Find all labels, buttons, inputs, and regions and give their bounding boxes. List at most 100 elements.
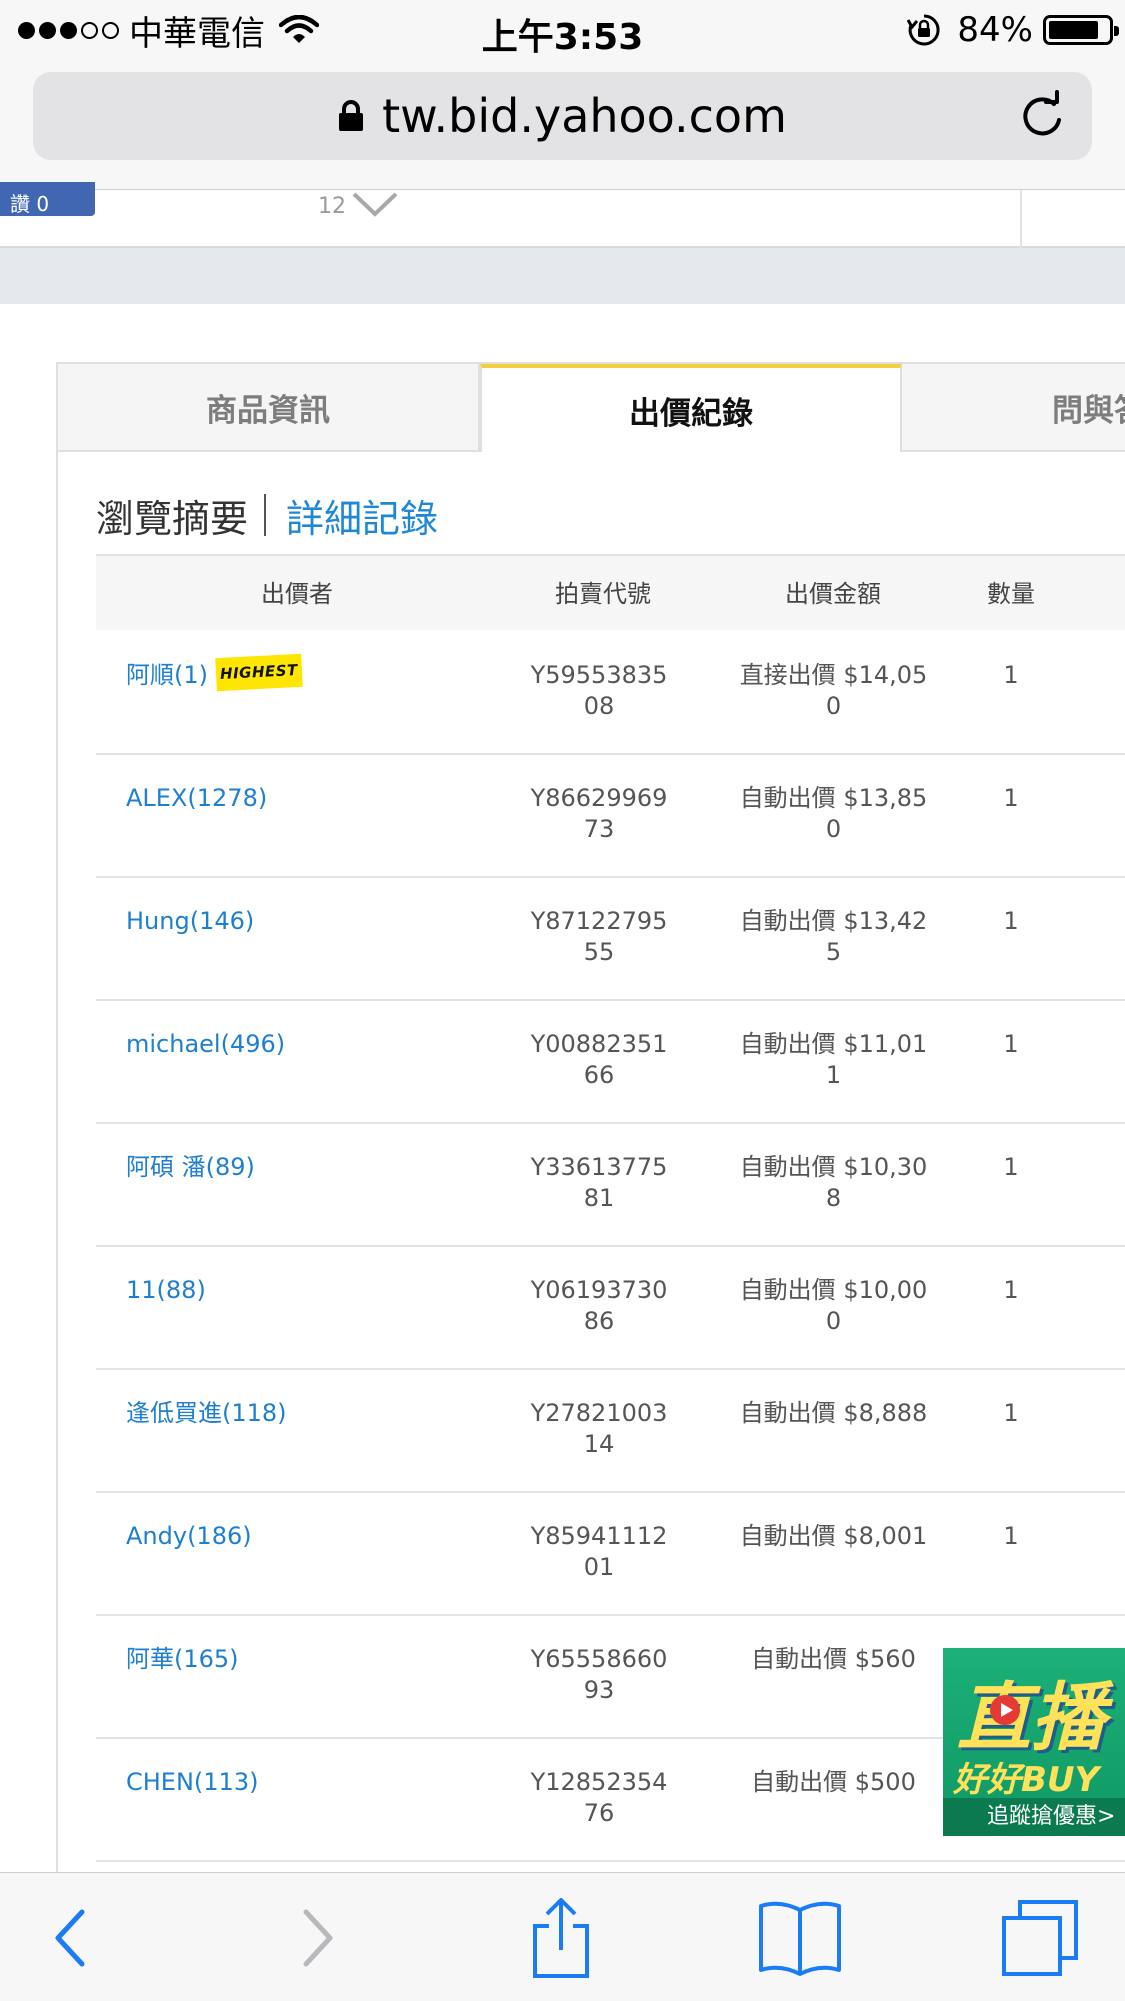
promo-title: 直播	[957, 1675, 1105, 1761]
bidder-link[interactable]: 阿碩 潘(89)	[126, 1152, 255, 1183]
bid-quantity: 1	[1003, 1399, 1019, 1427]
bidder-name[interactable]: 阿華(165)	[126, 1645, 239, 1673]
bidder-link[interactable]: Andy(186)	[126, 1521, 252, 1552]
share-button[interactable]	[511, 1873, 611, 2001]
view-detail-link[interactable]: 詳細記錄	[286, 488, 438, 543]
facebook-like-button[interactable]: 讚 0	[0, 182, 95, 216]
table-row: ALEX(1278)Y8662996973自動出價 $13,85012	[96, 755, 1125, 878]
browser-address-area: tw.bid.yahoo.com	[0, 60, 1125, 190]
url-text[interactable]: tw.bid.yahoo.com	[382, 89, 787, 143]
bidder-link[interactable]: Hung(146)	[126, 906, 254, 937]
bid-quantity: 1	[1003, 784, 1019, 812]
tabs-button[interactable]	[990, 1873, 1090, 2001]
tabs-icon	[1002, 1899, 1078, 1976]
bid-quantity: 1	[1003, 1276, 1019, 1304]
bidder-name[interactable]: 逢低買進(118)	[126, 1399, 287, 1427]
table-row: michael(496)Y0088235166自動出價 $11,01112	[96, 1001, 1125, 1124]
previous-section: 讚 0 12	[0, 182, 1125, 248]
bidder-link[interactable]: 11(88)	[126, 1275, 206, 1306]
battery-icon	[1043, 15, 1119, 45]
bidder-name[interactable]: Andy(186)	[126, 1522, 252, 1550]
bid-amount: 自動出價 $10,308	[739, 1153, 928, 1212]
auction-code: Y5955383508	[530, 661, 668, 720]
bid-amount: 自動出價 $8,888	[739, 1399, 928, 1427]
address-bar[interactable]: tw.bid.yahoo.com	[33, 72, 1092, 160]
bid-quantity: 1	[1003, 1030, 1019, 1058]
bid-amount: 直接出價 $14,050	[739, 661, 928, 720]
status-bar: 中華電信 上午3:53 84%	[0, 0, 1125, 60]
auction-code: Y0619373086	[530, 1276, 668, 1335]
bookmarks-button[interactable]	[750, 1873, 850, 2001]
carrier-signal: 中華電信	[18, 8, 319, 54]
auction-code: Y2782100314	[530, 1399, 668, 1458]
share-count: 12	[318, 194, 346, 219]
live-promo-banner[interactable]: 直播 好好BUY 追蹤搶優惠>	[943, 1648, 1125, 1836]
bid-quantity: 1	[1003, 1522, 1019, 1550]
bidder-link[interactable]: michael(496)	[126, 1029, 285, 1060]
play-icon	[990, 1695, 1020, 1725]
bid-amount: 自動出價 $560	[751, 1645, 916, 1673]
bid-amount: 自動出價 $8,001	[739, 1522, 928, 1550]
forward-icon	[303, 1909, 333, 1966]
signal-dot-icon	[102, 21, 119, 39]
auction-code: Y8712279555	[530, 907, 668, 966]
auction-code: Y8662996973	[530, 784, 668, 843]
bidder-name[interactable]: michael(496)	[126, 1030, 285, 1058]
status-right: 84%	[907, 8, 1119, 52]
column-header-bidder[interactable]: 出價者	[261, 556, 333, 632]
signal-dot-icon	[81, 21, 98, 39]
signal-dot-icon	[39, 21, 56, 39]
bidder-name[interactable]: CHEN(113)	[126, 1768, 258, 1796]
bidder-link[interactable]: ALEX(1278)	[126, 783, 267, 814]
bidder-link[interactable]: 阿順(1) HIGHEST	[126, 653, 303, 692]
bidder-link[interactable]: 阿華(165)	[126, 1644, 239, 1675]
bidder-link[interactable]: CHEN(113)	[126, 1767, 258, 1798]
column-header-quantity[interactable]: 數量	[987, 556, 1035, 632]
section-separator	[0, 248, 1125, 304]
tab-product-info[interactable]: 商品資訊	[58, 364, 480, 452]
forward-button[interactable]	[268, 1873, 368, 2001]
bid-amount: 自動出價 $13,425	[739, 907, 928, 966]
bookmarks-icon	[759, 1901, 841, 1976]
view-summary-link[interactable]: 瀏覽摘要	[96, 488, 248, 543]
bid-amount: 自動出價 $13,850	[739, 784, 928, 843]
divider	[264, 494, 267, 536]
carrier-name: 中華電信	[129, 13, 265, 54]
lock-icon	[339, 100, 364, 131]
column-header-auction-code[interactable]: 拍賣代號	[555, 556, 651, 632]
signal-dot-icon	[60, 21, 77, 39]
table-row: Andy(186)Y8594111201自動出價 $8,00112	[96, 1493, 1125, 1616]
auction-code: Y1285235476	[530, 1768, 668, 1827]
signal-dot-icon	[18, 21, 35, 39]
bidder-link[interactable]: 逢低買進(118)	[126, 1398, 287, 1429]
tab-qa[interactable]: 問與答	[902, 364, 1125, 452]
share-icon	[533, 1897, 589, 1978]
back-icon	[55, 1909, 85, 1966]
table-row: Hung(146)Y8712279555自動出價 $13,42512	[96, 878, 1125, 1001]
promo-subtitle: 好好BUY	[953, 1760, 1100, 1800]
table-row: 阿順(1)HIGHESTY5955383508直接出價 $14,05012	[96, 632, 1125, 755]
bidder-name[interactable]: Hung(146)	[126, 907, 254, 935]
chevron-down-icon[interactable]	[350, 186, 400, 222]
tab-bid-history[interactable]: 出價紀錄	[480, 364, 902, 452]
table-row: 11(88)Y0619373086自動出價 $10,00012	[96, 1247, 1125, 1370]
auction-code: Y3361377581	[530, 1153, 668, 1212]
bid-quantity: 1	[1003, 661, 1019, 689]
reload-icon[interactable]	[1016, 90, 1068, 142]
bid-amount: 自動出價 $500	[751, 1768, 916, 1796]
auction-code: Y6555866093	[530, 1645, 668, 1704]
view-switch: 瀏覽摘要 詳細記錄	[96, 484, 438, 546]
table-row: 逢低買進(118)Y2782100314自動出價 $8,88812	[96, 1370, 1125, 1493]
promo-cta[interactable]: 追蹤搶優惠>	[943, 1798, 1125, 1836]
bidder-name[interactable]: ALEX(1278)	[126, 784, 267, 812]
back-button[interactable]	[20, 1873, 120, 2001]
bidder-name[interactable]: 阿碩 潘(89)	[126, 1153, 255, 1181]
bidder-name[interactable]: 阿順(1)	[126, 661, 208, 689]
auction-code: Y8594111201	[530, 1522, 668, 1581]
auction-code: Y0088235166	[530, 1030, 668, 1089]
table-row: 阿碩 潘(89)Y3361377581自動出價 $10,30812	[96, 1124, 1125, 1247]
bid-amount: 自動出價 $11,011	[739, 1030, 928, 1089]
bidder-name[interactable]: 11(88)	[126, 1276, 206, 1304]
bid-quantity: 1	[1003, 907, 1019, 935]
column-header-bid-amount[interactable]: 出價金額	[785, 556, 881, 632]
